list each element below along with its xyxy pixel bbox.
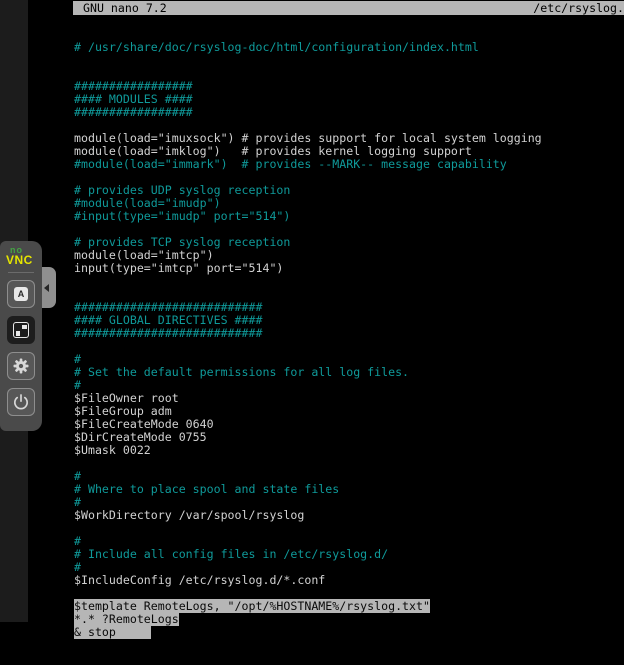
fullscreen-icon: [13, 322, 29, 338]
editor-line: #module(load="immark") # provides --MARK…: [74, 158, 624, 171]
keyboard-button[interactable]: A: [7, 280, 35, 308]
remote-screen[interactable]: GNU nano 7.2 /etc/rsyslog. # /usr/share/…: [28, 0, 624, 622]
nano-titlebar: GNU nano 7.2 /etc/rsyslog.: [73, 1, 624, 15]
editor-line: [74, 340, 624, 353]
editor-line: [74, 522, 624, 535]
novnc-logo-vnc: VNC: [6, 254, 36, 266]
settings-button[interactable]: [7, 352, 35, 380]
nano-file-path: /etc/rsyslog.: [533, 1, 624, 15]
nano-app-title: GNU nano 7.2: [73, 1, 167, 15]
editor-line: # /usr/share/doc/rsyslog-doc/html/config…: [74, 41, 624, 54]
editor-line: $DirCreateMode 0755: [74, 431, 624, 444]
editor-lines: # /usr/share/doc/rsyslog-doc/html/config…: [74, 41, 624, 639]
editor-line: [74, 457, 624, 470]
editor-line: ###########################: [74, 327, 624, 340]
gear-icon: [11, 356, 31, 376]
editor-line: $IncludeConfig /etc/rsyslog.d/*.conf: [74, 574, 624, 587]
editor-line: [74, 275, 624, 288]
editor-line: #################: [74, 106, 624, 119]
editor-line: # Where to place spool and state files: [74, 483, 624, 496]
editor-line: [74, 54, 624, 67]
editor-line: # Include all config files in /etc/rsysl…: [74, 548, 624, 561]
fullscreen-button[interactable]: [7, 316, 35, 344]
panel-divider: [8, 272, 34, 273]
editor-line: #input(type="imudp" port="514"): [74, 210, 624, 223]
power-icon: [11, 392, 31, 412]
novnc-logo: no VNC: [6, 246, 36, 266]
keyboard-key-icon: A: [14, 287, 28, 301]
editor-line: & stop: [74, 626, 624, 639]
control-bar-handle[interactable]: [42, 267, 56, 308]
editor-line: input(type="imtcp" port="514"): [74, 262, 624, 275]
power-button[interactable]: [7, 388, 35, 416]
nano-editor[interactable]: # /usr/share/doc/rsyslog-doc/html/config…: [74, 15, 624, 622]
chevron-left-icon: [44, 284, 49, 292]
novnc-control-bar: no VNC A: [0, 241, 42, 431]
editor-line: # Set the default permissions for all lo…: [74, 366, 624, 379]
editor-line: *.* ?RemoteLogs: [74, 613, 624, 626]
editor-line: $Umask 0022: [74, 444, 624, 457]
editor-line: $WorkDirectory /var/spool/rsyslog: [74, 509, 624, 522]
